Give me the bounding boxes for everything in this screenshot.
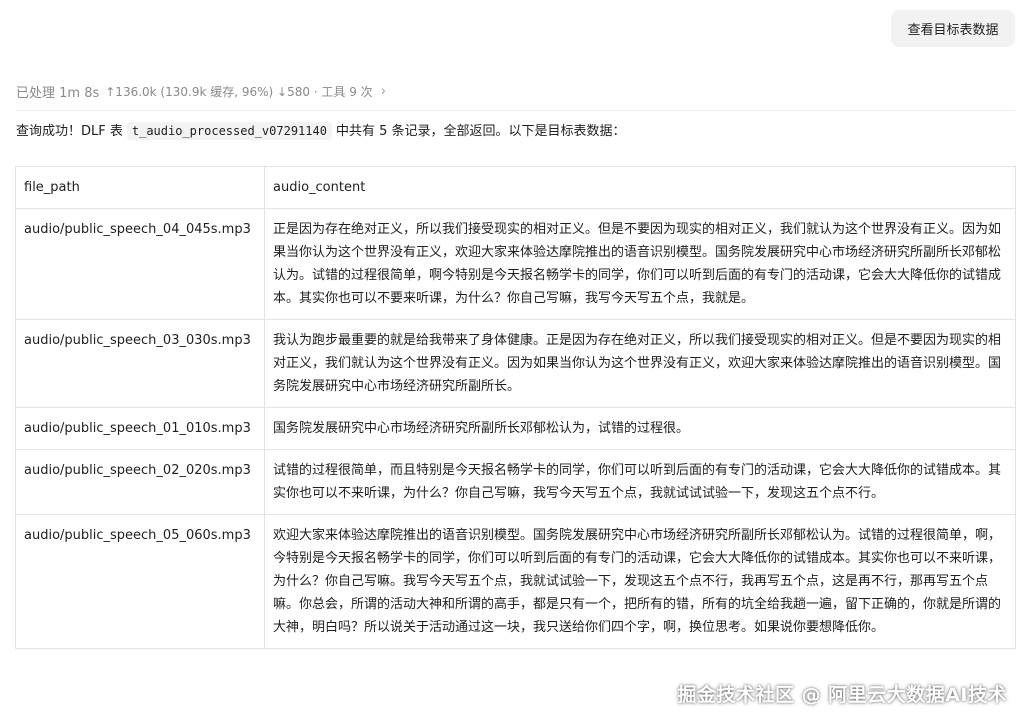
processed-time: 已处理 1m 8s [16,86,100,101]
query-summary: 查询成功！DLF 表 t_audio_processed_v07291140 中共有… [16,121,626,142]
page: 查看目标表数据 已处理 1m 8s ↑136.0k (130.9k 缓存, 96… [0,0,1027,728]
cell-audio-content: 国务院发展研究中心市场经济研究所副所长邓郁松认为，试错的过程很。 [264,407,1016,450]
cell-file-path: audio/public_speech_01_010s.mp3 [15,407,265,450]
divider [16,110,1015,111]
token-usage: ↑136.0k (130.9k 缓存, 96%) ↓580 · 工具 9 次 [105,85,373,99]
summary-prefix: 查询成功！DLF 表 [16,124,123,139]
chevron-right-icon[interactable]: › [381,84,386,99]
table-row: audio/public_speech_01_010s.mp3 国务院发展研究中… [15,407,1016,450]
processing-status[interactable]: 已处理 1m 8s ↑136.0k (130.9k 缓存, 96%) ↓580 … [16,82,386,101]
cell-file-path: audio/public_speech_05_060s.mp3 [15,514,265,649]
cell-file-path: audio/public_speech_02_020s.mp3 [15,449,265,515]
cell-file-path: audio/public_speech_03_030s.mp3 [15,319,265,408]
table-row: audio/public_speech_03_030s.mp3 我认为跑步最重要… [15,319,1016,408]
cell-audio-content: 正是因为存在绝对正义，所以我们接受现实的相对正义。但是不要因为现实的相对正义，我… [264,208,1016,320]
result-table: file_path audio_content audio/public_spe… [15,166,1016,649]
watermark: 掘金技术社区 @ 阿里云大数据AI技术 [677,684,1007,706]
table-name-code: t_audio_processed_v07291140 [126,122,332,140]
table-header-row: file_path audio_content [15,166,1016,209]
summary-suffix: 中共有 5 条记录，全部返回。以下是目标表数据： [335,124,626,139]
cell-audio-content: 欢迎大家来体验达摩院推出的语音识别模型。国务院发展研究中心市场经济研究所副所长邓… [264,514,1016,649]
table-row: audio/public_speech_05_060s.mp3 欢迎大家来体验达… [15,514,1016,649]
table-row: audio/public_speech_02_020s.mp3 试错的过程很简单… [15,449,1016,515]
cell-audio-content: 试错的过程很简单，而且特别是今天报名畅学卡的同学，你们可以听到后面的有专门的活动… [264,449,1016,515]
cell-audio-content: 我认为跑步最重要的就是给我带来了身体健康。正是因为存在绝对正义，所以我们接受现实… [264,319,1016,408]
table-row: audio/public_speech_04_045s.mp3 正是因为存在绝对… [15,208,1016,320]
cell-file-path: audio/public_speech_04_045s.mp3 [15,208,265,320]
view-target-table-button[interactable]: 查看目标表数据 [891,10,1015,47]
column-header-file-path: file_path [15,166,265,209]
column-header-audio-content: audio_content [264,166,1016,209]
